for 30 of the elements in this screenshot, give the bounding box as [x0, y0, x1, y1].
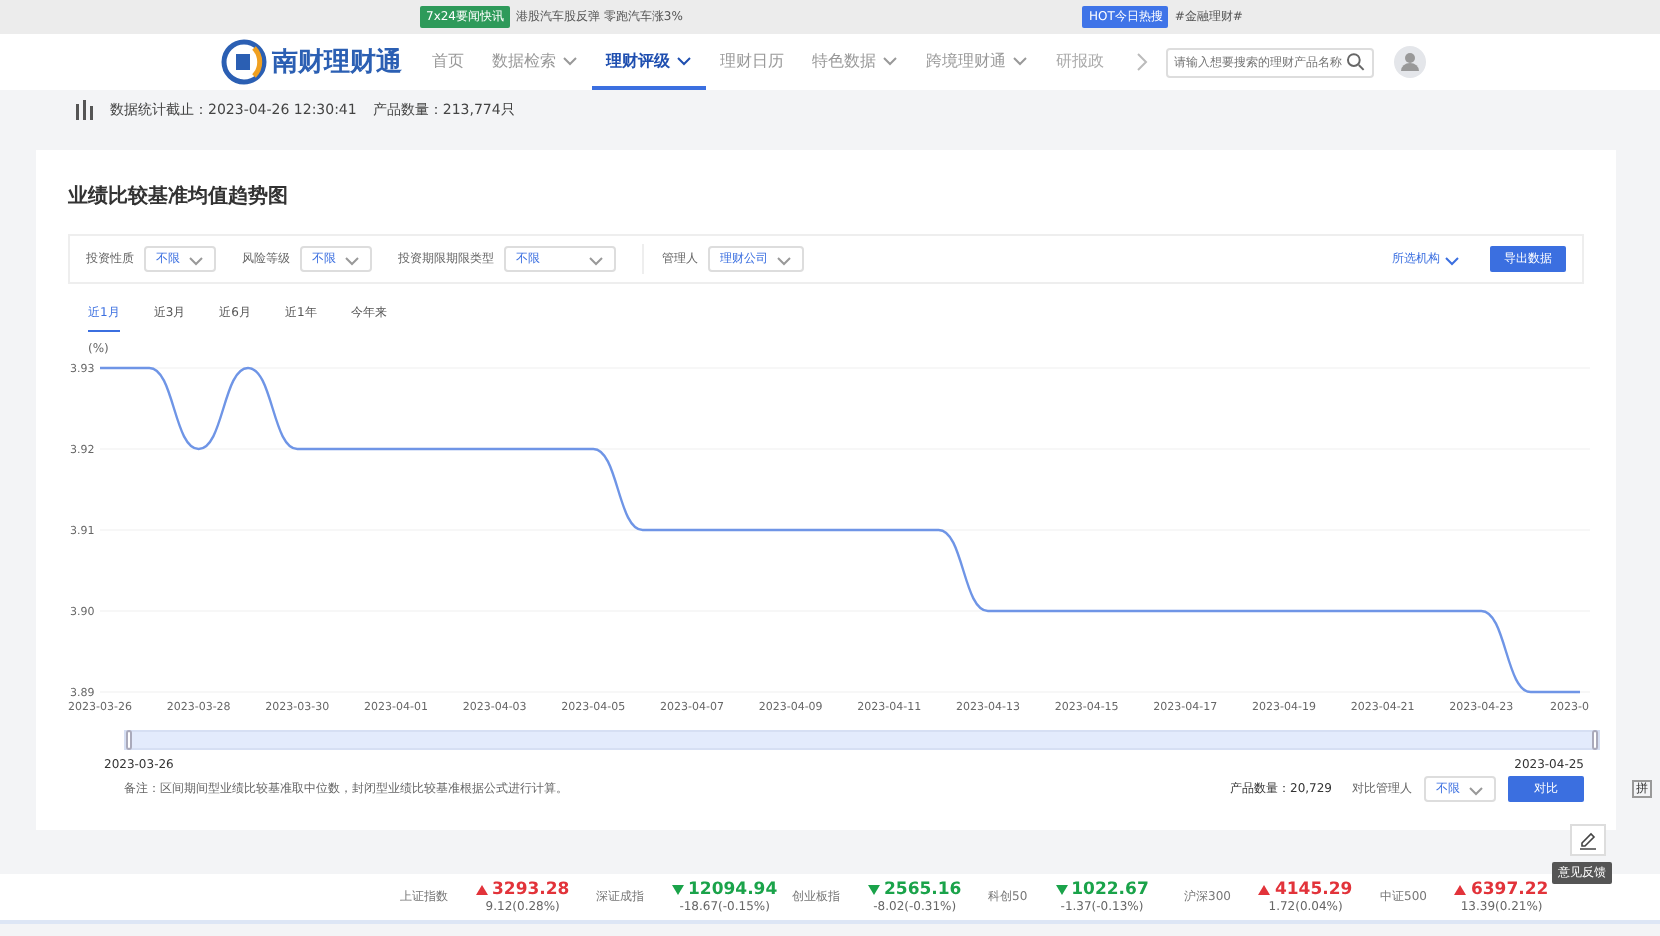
- avatar-icon[interactable]: [1394, 46, 1426, 78]
- feedback-button[interactable]: [1570, 824, 1606, 856]
- pencil-icon: [1578, 830, 1598, 850]
- nav-tab[interactable]: 数据检索: [478, 34, 592, 90]
- chevron-down-icon: [588, 251, 604, 267]
- index-value: 6397.22: [1470, 880, 1549, 900]
- index-value: 1022.67: [1071, 880, 1149, 900]
- nav-tab[interactable]: 特色数据: [798, 34, 912, 90]
- nav-tab[interactable]: 跨境理财通: [912, 34, 1042, 90]
- index-value: 12094.94: [688, 880, 778, 900]
- index-value: 2565.16: [884, 880, 962, 900]
- chevron-down-icon: [188, 251, 204, 267]
- chevron-down-icon: [1444, 251, 1460, 267]
- chevron-right-icon[interactable]: [1134, 52, 1150, 72]
- index-value: 3293.28: [492, 880, 570, 900]
- chevron-down-icon: [344, 251, 360, 267]
- chevron-down-icon: [676, 52, 692, 68]
- chevron-down-icon: [562, 52, 578, 68]
- search-icon[interactable]: [1346, 52, 1366, 72]
- chevron-down-icon: [1468, 781, 1484, 797]
- nav-tab[interactable]: 理财日历: [706, 34, 798, 90]
- bar-chart-icon: [76, 100, 94, 120]
- logo-text[interactable]: 南财理财通: [272, 44, 402, 80]
- chevron-down-icon: [776, 251, 792, 267]
- logo-icon: [220, 38, 268, 86]
- index-value: 4145.29: [1274, 880, 1353, 900]
- nav-tab[interactable]: 首页: [418, 34, 478, 90]
- card-title: 业绩比较基准均值趋势图: [68, 183, 290, 210]
- chevron-down-icon: [1012, 52, 1028, 68]
- chevron-down-icon: [882, 52, 898, 68]
